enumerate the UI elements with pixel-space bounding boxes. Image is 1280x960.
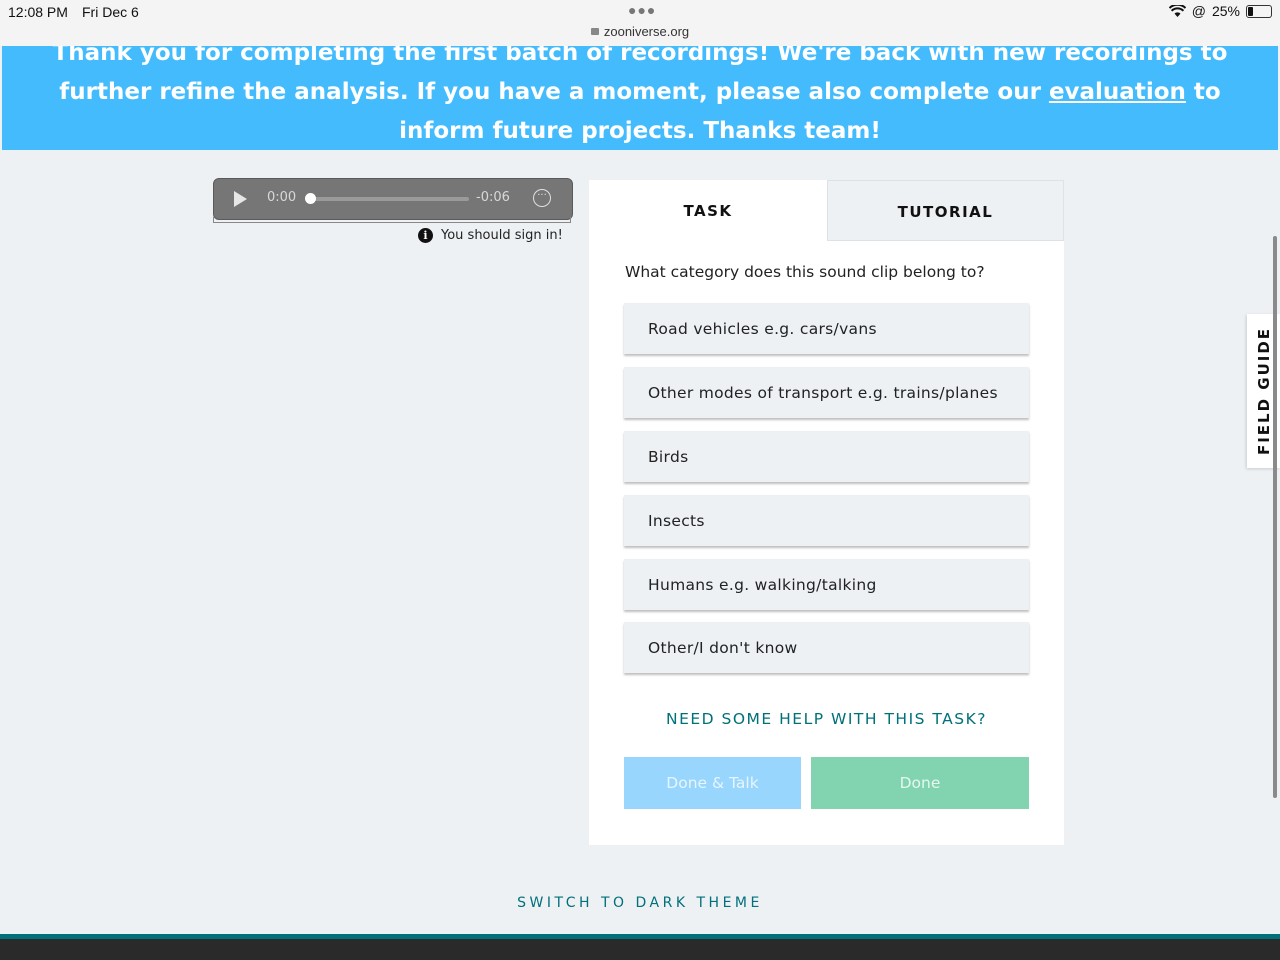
tab-task[interactable]: TASK bbox=[589, 180, 827, 241]
tab-tutorial[interactable]: TUTORIAL bbox=[827, 180, 1064, 241]
task-help-link[interactable]: NEED SOME HELP WITH THIS TASK? bbox=[589, 710, 1064, 728]
audio-player: 0:00 -0:06 ··· bbox=[213, 178, 573, 220]
audio-current-time: 0:00 bbox=[267, 190, 297, 205]
task-question: What category does this sound clip belon… bbox=[625, 263, 985, 281]
status-indicators: @ 25% bbox=[1168, 3, 1272, 19]
done-and-talk-button[interactable]: Done & Talk bbox=[624, 757, 801, 809]
audio-progress-track[interactable] bbox=[309, 197, 469, 201]
answer-other-dont-know[interactable]: Other/I don't know bbox=[624, 622, 1029, 673]
answer-birds[interactable]: Birds bbox=[624, 431, 1029, 482]
evaluation-link[interactable]: evaluation bbox=[1049, 79, 1186, 105]
signin-notice: i You should sign in! bbox=[418, 228, 563, 243]
status-time: 12:08 PM bbox=[8, 4, 68, 20]
status-bar: 12:08 PM Fri Dec 6 ●●● zooniverse.org @ … bbox=[0, 0, 1280, 46]
scrollbar[interactable] bbox=[1273, 236, 1277, 798]
wifi-icon bbox=[1168, 4, 1186, 17]
orientation-lock-icon: @ bbox=[1191, 3, 1206, 19]
signin-text: You should sign in! bbox=[441, 228, 563, 243]
audio-remaining-time: -0:06 bbox=[476, 190, 510, 205]
answer-road-vehicles[interactable]: Road vehicles e.g. cars/vans bbox=[624, 303, 1029, 354]
task-panel: TASK TUTORIAL What category does this so… bbox=[589, 180, 1064, 845]
url-text: zooniverse.org bbox=[603, 24, 690, 39]
footer bbox=[0, 939, 1280, 960]
answer-humans[interactable]: Humans e.g. walking/talking bbox=[624, 559, 1029, 610]
play-icon[interactable] bbox=[234, 191, 247, 207]
answer-other-transport[interactable]: Other modes of transport e.g. trains/pla… bbox=[624, 367, 1029, 418]
switch-theme-link[interactable]: SWITCH TO DARK THEME bbox=[0, 895, 1280, 911]
answer-insects[interactable]: Insects bbox=[624, 495, 1029, 546]
status-date: Fri Dec 6 bbox=[82, 4, 139, 20]
battery-percent: 25% bbox=[1211, 3, 1240, 19]
lock-icon bbox=[590, 28, 599, 35]
audio-scrubber-handle[interactable] bbox=[305, 193, 316, 204]
more-dots-icon[interactable]: ●●● bbox=[628, 2, 656, 18]
audio-frame bbox=[213, 217, 571, 223]
battery-icon bbox=[1246, 4, 1272, 18]
address-bar[interactable]: zooniverse.org bbox=[0, 24, 1280, 39]
field-guide-label: FIELD GUIDE bbox=[1254, 326, 1273, 456]
announcement-banner: Thank you for completing the first batch… bbox=[2, 46, 1278, 150]
info-icon: i bbox=[418, 228, 433, 243]
done-button[interactable]: Done bbox=[811, 757, 1029, 809]
audio-options-icon[interactable]: ··· bbox=[533, 189, 551, 207]
